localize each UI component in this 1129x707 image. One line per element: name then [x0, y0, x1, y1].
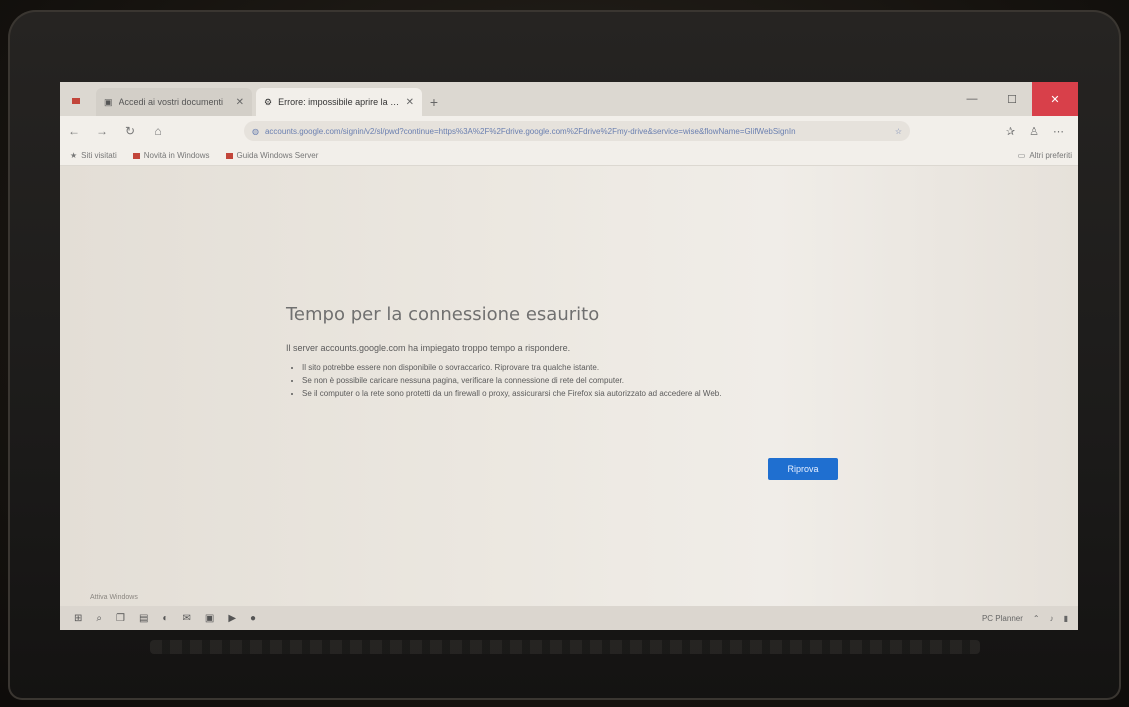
home-icon[interactable]: ⌂	[144, 124, 172, 138]
address-bar[interactable]: ◍ accounts.google.com/signin/v2/sl/pwd?c…	[244, 121, 910, 141]
tab-error[interactable]: ⚙ Errore: impossibile aprire la pagina ✕	[256, 88, 422, 116]
laptop-screen: ▣ Accedi ai vostri documenti ✕ ⚙ Errore:…	[60, 82, 1078, 630]
error-tips: Il sito potrebbe essere non disponibile …	[286, 361, 846, 400]
tab-documents[interactable]: ▣ Accedi ai vostri documenti ✕	[96, 88, 252, 116]
navigation-bar: ← → ↻ ⌂ ◍ accounts.google.com/signin/v2/…	[60, 116, 1078, 146]
bookmark-item[interactable]: ★ Siti visitati	[70, 151, 117, 160]
edge-icon[interactable]: ◐	[162, 613, 168, 624]
close-tab-icon[interactable]: ✕	[406, 97, 414, 108]
profile-icon[interactable]: ♙	[1029, 125, 1039, 138]
network-icon[interactable]: ⌃	[1033, 614, 1040, 623]
warning-icon: ⚙	[264, 96, 273, 107]
tray-label[interactable]: PC Planner	[982, 614, 1023, 623]
tab-label: Errore: impossibile aprire la pagina	[278, 97, 400, 107]
error-description: Il server accounts.google.com ha impiega…	[286, 343, 571, 353]
page-content: Tempo per la connessione esaurito Il ser…	[60, 166, 1078, 606]
windows-icon	[132, 152, 140, 159]
keyboard-edge	[150, 640, 980, 654]
bookmarks-bar: ★ Siti visitati Novità in Windows Guida …	[60, 146, 1078, 166]
bookmark-item[interactable]: Guida Windows Server	[225, 151, 318, 160]
refresh-icon[interactable]: ↻	[116, 124, 144, 138]
activate-windows-watermark: Attiva Windows	[90, 594, 138, 601]
globe-icon: ◍	[252, 126, 259, 136]
media-icon[interactable]: ▶	[228, 613, 236, 624]
tab-label: Accedi ai vostri documenti	[118, 97, 224, 107]
task-view-icon[interactable]: ❐	[116, 613, 125, 624]
store-icon[interactable]: ▣	[205, 613, 214, 624]
close-tab-icon[interactable]: ✕	[236, 97, 244, 108]
star-icon: ★	[70, 151, 78, 160]
error-panel: Tempo per la connessione esaurito Il ser…	[286, 304, 846, 400]
app-icon[interactable]: ●	[250, 613, 256, 624]
volume-icon[interactable]: ♪	[1050, 614, 1054, 623]
forward-arrow-icon[interactable]: →	[88, 124, 116, 138]
close-window-button[interactable]: ✕	[1032, 82, 1078, 116]
back-arrow-icon[interactable]: ←	[60, 124, 88, 138]
mail-icon[interactable]: ✉	[182, 613, 190, 624]
error-tip: Se il computer o la rete sono protetti d…	[302, 387, 846, 400]
toolbar-icons: ✰ ♙ ⋯	[1006, 125, 1078, 138]
tab-bar: ▣ Accedi ai vostri documenti ✕ ⚙ Errore:…	[60, 82, 1078, 116]
new-tab-button[interactable]: +	[422, 88, 446, 116]
folder-icon: ▭	[1017, 151, 1026, 160]
retry-button[interactable]: Riprova	[768, 458, 838, 480]
error-tip: Se non è possibile caricare nessuna pagi…	[302, 374, 846, 387]
search-icon[interactable]: ⌕	[96, 613, 102, 624]
notification-icon[interactable]: ▮	[1064, 614, 1068, 623]
tab-actions-icon[interactable]	[60, 86, 92, 116]
window-controls: — ☐ ✕	[952, 82, 1078, 116]
minimize-button[interactable]: —	[952, 82, 992, 116]
bookmark-star-icon[interactable]: ☆	[895, 127, 902, 136]
windows-start-icon[interactable]: ⊞	[74, 613, 82, 624]
bookmark-item[interactable]: Novità in Windows	[132, 151, 210, 160]
taskbar: ⊞ ⌕ ❐ ▤ ◐ ✉ ▣ ▶ ● PC Planner ⌃ ♪ ▮	[60, 606, 1078, 630]
other-bookmarks[interactable]: ▭ Altri preferiti	[1018, 151, 1078, 160]
favorites-icon[interactable]: ✰	[1006, 125, 1015, 138]
file-explorer-icon[interactable]: ▤	[139, 613, 148, 624]
menu-icon[interactable]: ⋯	[1053, 125, 1064, 138]
error-tip: Il sito potrebbe essere non disponibile …	[302, 361, 846, 374]
error-title: Tempo per la connessione esaurito	[286, 304, 600, 325]
windows-icon	[225, 152, 233, 159]
address-url: accounts.google.com/signin/v2/sl/pwd?con…	[264, 126, 796, 136]
system-tray: PC Planner ⌃ ♪ ▮	[982, 614, 1078, 623]
maximize-button[interactable]: ☐	[992, 82, 1032, 116]
document-icon: ▣	[104, 96, 113, 107]
